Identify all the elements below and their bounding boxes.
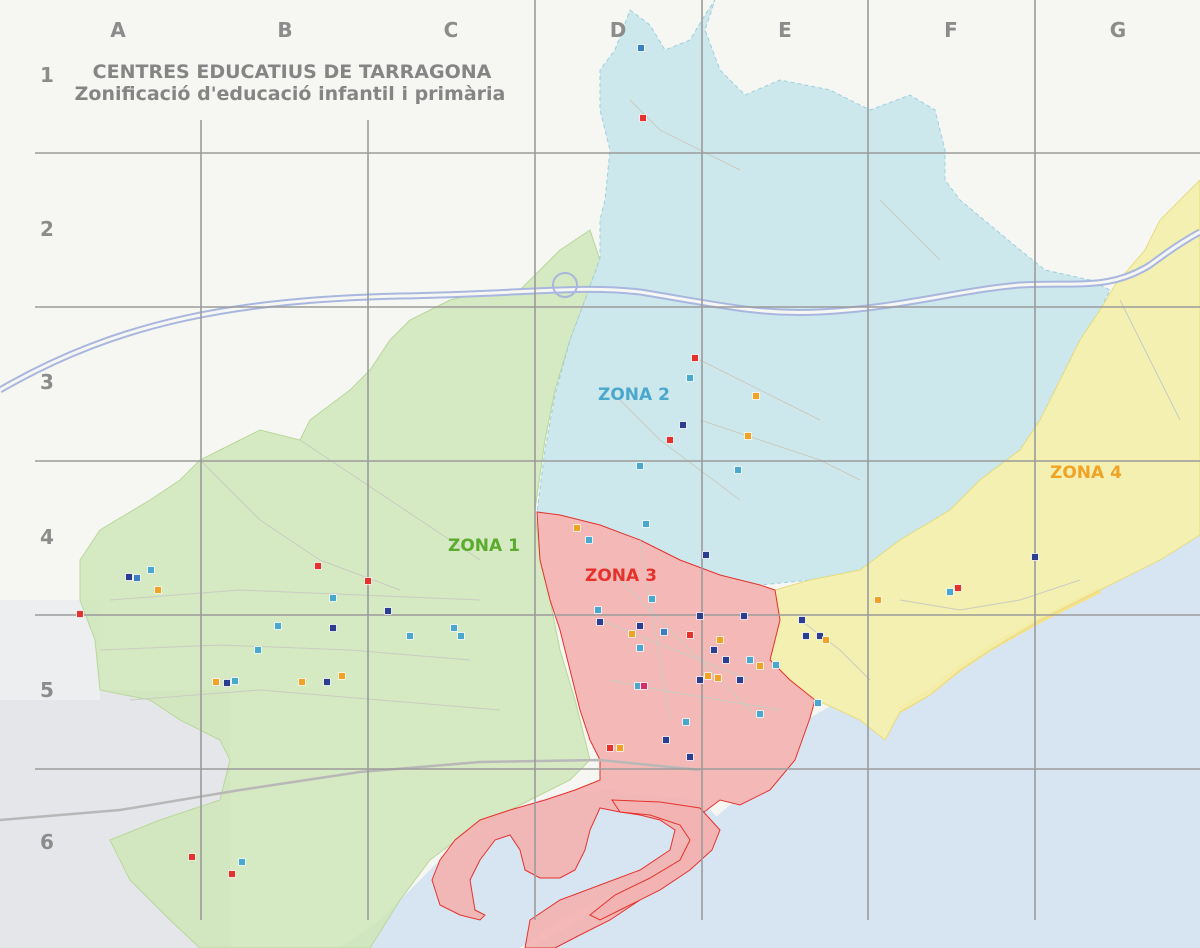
school-pin-icon[interactable] <box>702 551 710 559</box>
school-pin-icon[interactable] <box>338 672 346 680</box>
school-pin-icon[interactable] <box>125 573 133 581</box>
school-pin-icon[interactable] <box>946 588 954 596</box>
school-pin-icon[interactable] <box>798 616 806 624</box>
school-pin-icon[interactable] <box>457 632 465 640</box>
school-pin-icon[interactable] <box>585 536 593 544</box>
school-pin-icon[interactable] <box>212 678 220 686</box>
zoning-map: A B C D E F G 1 2 3 4 5 6 CENTRES EDUCATIUS DE TARR… <box>0 0 1200 948</box>
school-pin-icon[interactable] <box>616 744 624 752</box>
grid-row-label: 3 <box>40 370 54 394</box>
grid-column-label: G <box>1110 18 1126 42</box>
school-pin-icon[interactable] <box>696 612 704 620</box>
school-pin-icon[interactable] <box>147 566 155 574</box>
school-pin-icon[interactable] <box>298 678 306 686</box>
school-pin-icon[interactable] <box>314 562 322 570</box>
map-subtitle: Zonificació d'educació infantil i primàr… <box>75 83 506 105</box>
school-pin-icon[interactable] <box>329 624 337 632</box>
school-pin-icon[interactable] <box>814 699 822 707</box>
school-pin-icon[interactable] <box>746 656 754 664</box>
school-pin-icon[interactable] <box>954 584 962 592</box>
school-pin-icon[interactable] <box>133 574 141 582</box>
school-pin-icon[interactable] <box>323 678 331 686</box>
school-pin-icon[interactable] <box>682 718 690 726</box>
school-pin-icon[interactable] <box>1031 553 1039 561</box>
grid-row-label: 1 <box>40 63 54 87</box>
school-pin-icon[interactable] <box>274 622 282 630</box>
school-pin-icon[interactable] <box>364 577 372 585</box>
grid-row-label: 6 <box>40 830 54 854</box>
school-pin-icon[interactable] <box>636 644 644 652</box>
school-pin-icon[interactable] <box>710 646 718 654</box>
school-pin-icon[interactable] <box>231 677 239 685</box>
school-pin-icon[interactable] <box>736 676 744 684</box>
map-title: CENTRES EDUCATIUS DE TARRAGONA <box>93 61 492 83</box>
school-pin-icon[interactable] <box>384 607 392 615</box>
school-pin-icon[interactable] <box>228 870 236 878</box>
school-pin-icon[interactable] <box>756 710 764 718</box>
grid-column-label: C <box>444 18 459 42</box>
school-pin-icon[interactable] <box>802 632 810 640</box>
school-pin-icon[interactable] <box>254 646 262 654</box>
grid-column-label: A <box>110 18 126 42</box>
grid-column-label: F <box>944 18 958 42</box>
school-pin-icon[interactable] <box>450 624 458 632</box>
school-pin-icon[interactable] <box>596 618 604 626</box>
grid-row-label: 2 <box>40 217 54 241</box>
school-pin-icon[interactable] <box>686 631 694 639</box>
map-canvas: A B C D E F G 1 2 3 4 5 6 CENTRES EDUCATIUS DE TARR… <box>0 0 1200 948</box>
school-pin-icon[interactable] <box>637 44 645 52</box>
school-pin-icon[interactable] <box>679 421 687 429</box>
school-pin-icon[interactable] <box>223 679 231 687</box>
school-pin-icon[interactable] <box>734 466 742 474</box>
school-pin-icon[interactable] <box>772 661 780 669</box>
school-pin-icon[interactable] <box>406 632 414 640</box>
school-pin-icon[interactable] <box>628 630 636 638</box>
school-pin-icon[interactable] <box>648 595 656 603</box>
school-pin-icon[interactable] <box>874 596 882 604</box>
zona-3-label: ZONA 3 <box>585 566 657 586</box>
school-pin-icon[interactable] <box>662 736 670 744</box>
school-pin-icon[interactable] <box>722 656 730 664</box>
school-pin-icon[interactable] <box>686 374 694 382</box>
grid-row-label: 4 <box>40 525 54 549</box>
school-pin-icon[interactable] <box>740 612 748 620</box>
school-pin-icon[interactable] <box>188 853 196 861</box>
school-pin-icon[interactable] <box>594 606 602 614</box>
zona-1-label: ZONA 1 <box>448 536 520 556</box>
school-pin-icon[interactable] <box>636 462 644 470</box>
school-pin-icon[interactable] <box>238 858 246 866</box>
grid-column-label: B <box>277 18 292 42</box>
school-pin-icon[interactable] <box>704 672 712 680</box>
school-pin-icon[interactable] <box>660 628 668 636</box>
school-pin-icon[interactable] <box>642 520 650 528</box>
grid-row-label: 5 <box>40 678 54 702</box>
school-pin-icon[interactable] <box>329 594 337 602</box>
school-pin-icon[interactable] <box>573 524 581 532</box>
school-pin-icon[interactable] <box>639 114 647 122</box>
school-pin-icon[interactable] <box>606 744 614 752</box>
school-pin-icon[interactable] <box>714 674 722 682</box>
school-pin-icon[interactable] <box>696 676 704 684</box>
zona-4-label: ZONA 4 <box>1050 463 1122 483</box>
school-pin-icon[interactable] <box>76 610 84 618</box>
zona-2-label: ZONA 2 <box>598 385 670 405</box>
school-pin-icon[interactable] <box>691 354 699 362</box>
school-pin-icon[interactable] <box>636 622 644 630</box>
school-pin-icon[interactable] <box>154 586 162 594</box>
school-pin-icon[interactable] <box>756 662 764 670</box>
school-pin-icon[interactable] <box>822 636 830 644</box>
school-pin-icon[interactable] <box>640 682 648 690</box>
grid-column-label: D <box>610 18 627 42</box>
school-pin-icon[interactable] <box>686 753 694 761</box>
school-pin-icon[interactable] <box>666 436 674 444</box>
school-pin-icon[interactable] <box>716 636 724 644</box>
school-pin-icon[interactable] <box>752 392 760 400</box>
grid-column-label: E <box>778 18 792 42</box>
school-pin-icon[interactable] <box>744 432 752 440</box>
